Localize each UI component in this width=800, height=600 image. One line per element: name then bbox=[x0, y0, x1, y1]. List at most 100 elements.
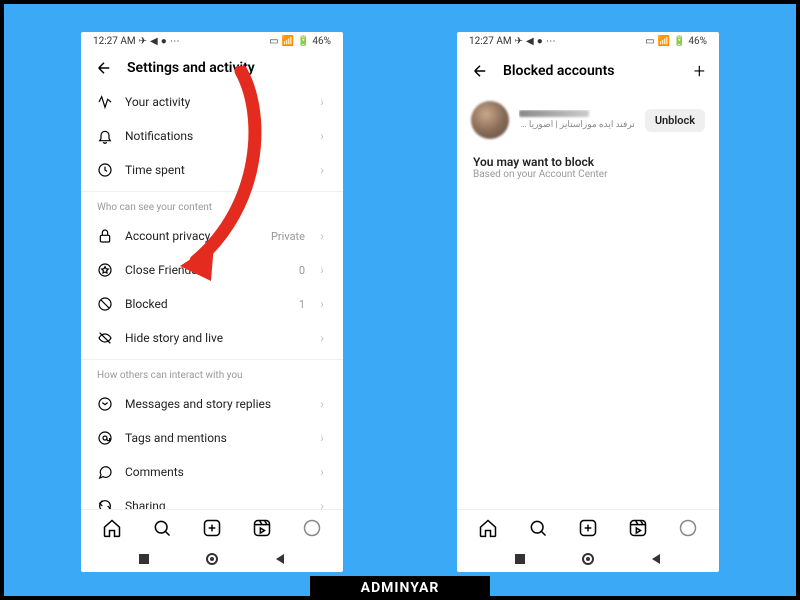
status-bar: 12:27 AM ✈ ◀ ● ⋯ ▭ 📶 🔋 46% bbox=[457, 32, 719, 51]
brand-label: ADMINYAR bbox=[310, 576, 490, 600]
share-icon bbox=[97, 498, 113, 509]
row-time-spent[interactable]: Time spent › bbox=[81, 153, 343, 187]
android-home-icon[interactable] bbox=[581, 552, 595, 566]
signal-icon: 📶 bbox=[658, 36, 670, 47]
signal-icon: 📶 bbox=[282, 36, 294, 47]
bottom-nav bbox=[81, 509, 343, 546]
section-interact-header: How others can interact with you bbox=[81, 359, 343, 387]
right-phone: 12:27 AM ✈ ◀ ● ⋯ ▭ 📶 🔋 46% Blocked accou… bbox=[457, 32, 719, 572]
back-icon[interactable] bbox=[95, 59, 113, 77]
star-icon bbox=[97, 262, 113, 278]
home-icon[interactable] bbox=[102, 518, 122, 538]
battery-pct: 46% bbox=[312, 36, 331, 47]
status-time: 12:27 AM bbox=[469, 36, 512, 47]
row-label: Time spent bbox=[125, 163, 305, 177]
user-info: ترفند آیده موزاستایز | اصوریا روبی... bbox=[519, 110, 635, 130]
blocked-user-row[interactable]: ترفند آیده موزاستایز | اصوریا روبی... Un… bbox=[457, 91, 719, 149]
sim-icon: ▭ bbox=[269, 36, 278, 47]
search-icon[interactable] bbox=[528, 518, 548, 538]
row-hide-story[interactable]: Hide story and live › bbox=[81, 321, 343, 355]
battery-icon: 🔋 bbox=[673, 36, 685, 47]
android-recent-icon[interactable] bbox=[138, 553, 150, 565]
row-label: Your activity bbox=[125, 95, 305, 109]
dot-icon: ● bbox=[161, 36, 167, 47]
at-icon bbox=[97, 430, 113, 446]
telegram-icon: ✈ bbox=[515, 36, 523, 47]
section-privacy-header: Who can see your content bbox=[81, 191, 343, 219]
send-icon: ◀ bbox=[526, 36, 534, 47]
chevron-right-icon: › bbox=[317, 95, 327, 109]
activity-icon bbox=[97, 94, 113, 110]
home-icon[interactable] bbox=[478, 518, 498, 538]
chevron-right-icon: › bbox=[317, 331, 327, 345]
chevron-right-icon: › bbox=[317, 129, 327, 143]
profile-icon[interactable] bbox=[302, 518, 322, 538]
settings-header: Settings and activity bbox=[81, 51, 343, 85]
send-icon: ◀ bbox=[150, 36, 158, 47]
row-tags[interactable]: Tags and mentions › bbox=[81, 421, 343, 455]
row-label: Sharing bbox=[125, 499, 305, 509]
bottom-nav bbox=[457, 509, 719, 546]
android-recent-icon[interactable] bbox=[514, 553, 526, 565]
messages-icon bbox=[97, 396, 113, 412]
suggest-title: You may want to block bbox=[457, 149, 719, 169]
frame: 12:27 AM ✈ ◀ ● ⋯ ▭ 📶 🔋 46% Settings and … bbox=[4, 4, 796, 596]
android-home-icon[interactable] bbox=[205, 552, 219, 566]
reels-icon[interactable] bbox=[252, 518, 272, 538]
row-value: 1 bbox=[299, 298, 305, 311]
blocked-scroll[interactable]: ترفند آیده موزاستایز | اصوریا روبی... Un… bbox=[457, 91, 719, 509]
dot-icon: ● bbox=[537, 36, 543, 47]
row-value: 0 bbox=[299, 264, 305, 277]
chevron-right-icon: › bbox=[317, 465, 327, 479]
row-your-activity[interactable]: Your activity › bbox=[81, 85, 343, 119]
page-title: Settings and activity bbox=[127, 60, 255, 76]
chevron-right-icon: › bbox=[317, 297, 327, 311]
blocked-header: Blocked accounts + bbox=[457, 51, 719, 91]
chevron-right-icon: › bbox=[317, 229, 327, 243]
row-label: Blocked bbox=[125, 297, 287, 311]
sim-icon: ▭ bbox=[645, 36, 654, 47]
battery-pct: 46% bbox=[688, 36, 707, 47]
row-messages[interactable]: Messages and story replies › bbox=[81, 387, 343, 421]
left-phone: 12:27 AM ✈ ◀ ● ⋯ ▭ 📶 🔋 46% Settings and … bbox=[81, 32, 343, 572]
lock-icon bbox=[97, 228, 113, 244]
android-back-icon[interactable] bbox=[650, 553, 662, 565]
row-close-friends[interactable]: Close Friends 0 › bbox=[81, 253, 343, 287]
user-name-blurred bbox=[519, 110, 589, 117]
back-icon[interactable] bbox=[471, 62, 489, 80]
row-label: Close Friends bbox=[125, 263, 287, 277]
status-time: 12:27 AM bbox=[93, 36, 136, 47]
chevron-right-icon: › bbox=[317, 431, 327, 445]
more-icon: ⋯ bbox=[170, 36, 180, 47]
row-label: Tags and mentions bbox=[125, 431, 305, 445]
reels-icon[interactable] bbox=[628, 518, 648, 538]
create-icon[interactable] bbox=[202, 518, 222, 538]
android-nav bbox=[81, 546, 343, 572]
settings-scroll[interactable]: Your activity › Notifications › Time spe… bbox=[81, 85, 343, 509]
row-label: Account privacy bbox=[125, 229, 259, 243]
chevron-right-icon: › bbox=[317, 499, 327, 509]
search-icon[interactable] bbox=[152, 518, 172, 538]
chevron-right-icon: › bbox=[317, 397, 327, 411]
unblock-button[interactable]: Unblock bbox=[645, 109, 705, 132]
status-bar: 12:27 AM ✈ ◀ ● ⋯ ▭ 📶 🔋 46% bbox=[81, 32, 343, 51]
row-account-privacy[interactable]: Account privacy Private › bbox=[81, 219, 343, 253]
android-back-icon[interactable] bbox=[274, 553, 286, 565]
row-value: Private bbox=[271, 230, 305, 243]
user-subtitle: ترفند آیده موزاستایز | اصوریا روبی... bbox=[519, 120, 635, 130]
profile-icon[interactable] bbox=[678, 518, 698, 538]
add-icon[interactable]: + bbox=[694, 59, 705, 83]
battery-icon: 🔋 bbox=[297, 36, 309, 47]
clock-icon bbox=[97, 162, 113, 178]
row-label: Messages and story replies bbox=[125, 397, 305, 411]
row-notifications[interactable]: Notifications › bbox=[81, 119, 343, 153]
comment-icon bbox=[97, 464, 113, 480]
bell-icon bbox=[97, 128, 113, 144]
hide-icon bbox=[97, 330, 113, 346]
create-icon[interactable] bbox=[578, 518, 598, 538]
row-sharing[interactable]: Sharing › bbox=[81, 489, 343, 509]
row-label: Comments bbox=[125, 465, 305, 479]
row-blocked[interactable]: Blocked 1 › bbox=[81, 287, 343, 321]
row-comments[interactable]: Comments › bbox=[81, 455, 343, 489]
chevron-right-icon: › bbox=[317, 263, 327, 277]
